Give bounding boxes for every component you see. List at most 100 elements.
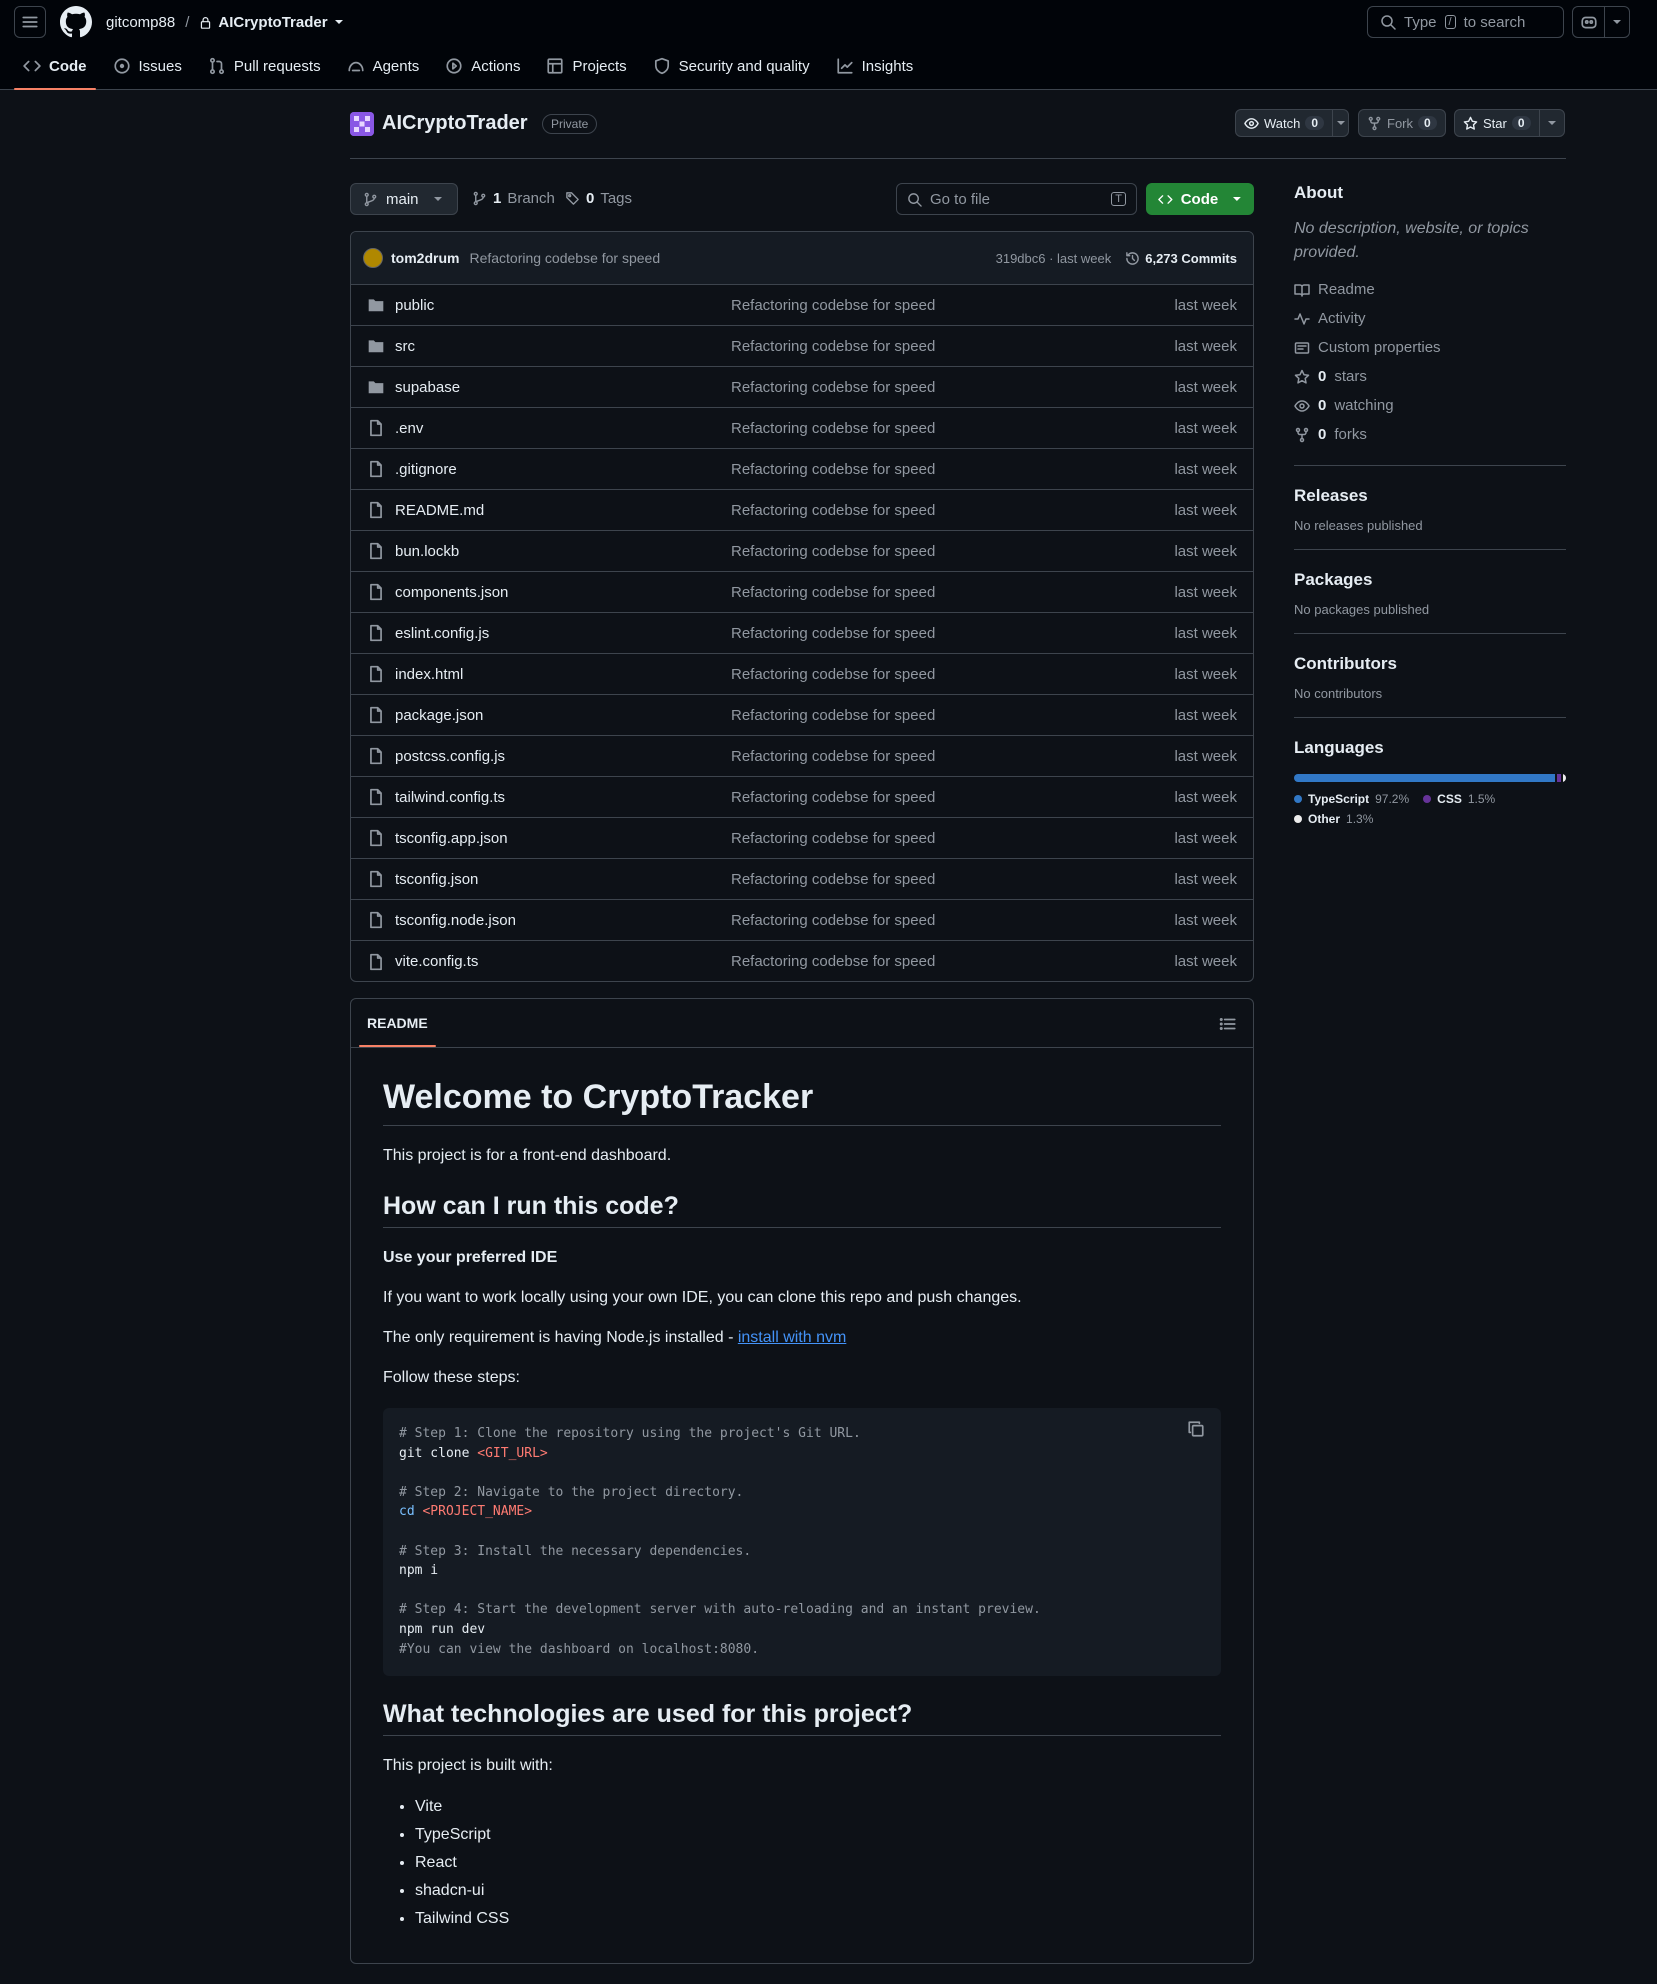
- file-commit-message[interactable]: Refactoring codebse for speed: [731, 953, 935, 970]
- tab-insights[interactable]: Insights: [827, 43, 923, 89]
- file-row[interactable]: README.md Refactoring codebse for speed la…: [351, 490, 1253, 531]
- file-name[interactable]: vite.config.ts: [395, 953, 731, 970]
- repo-link[interactable]: AICryptoTrader: [199, 14, 343, 31]
- tab-actions[interactable]: Actions: [436, 43, 529, 89]
- tags-link[interactable]: 0 Tags: [565, 190, 632, 207]
- global-search-input[interactable]: Type / to search: [1367, 6, 1564, 38]
- fork-button[interactable]: Fork 0: [1358, 109, 1446, 137]
- watch-count: 0: [1305, 116, 1325, 130]
- file-commit-message[interactable]: Refactoring codebse for speed: [731, 666, 935, 683]
- menu-button[interactable]: [14, 6, 46, 38]
- list-icon[interactable]: [1219, 1015, 1237, 1033]
- avatar[interactable]: [363, 248, 383, 268]
- owner-link[interactable]: gitcomp88: [106, 14, 175, 31]
- file-commit-time: last week: [1174, 911, 1237, 929]
- language-typescript[interactable]: TypeScript 97.2%: [1294, 792, 1409, 806]
- file-name[interactable]: .gitignore: [395, 461, 731, 478]
- file-row[interactable]: components.json Refactoring codebse for s…: [351, 572, 1253, 613]
- commit-author[interactable]: tom2drum: [391, 250, 459, 266]
- file-name[interactable]: .env: [395, 420, 731, 437]
- install-nvm-link[interactable]: install with nvm: [738, 1329, 846, 1346]
- file-row[interactable]: eslint.config.js Refactoring codebse for …: [351, 613, 1253, 654]
- file-commit-message[interactable]: Refactoring codebse for speed: [731, 297, 935, 314]
- file-row[interactable]: .gitignore Refactoring codebse for speed l…: [351, 449, 1253, 490]
- custom-properties-link[interactable]: Custom properties: [1294, 333, 1566, 362]
- file-row[interactable]: .env Refactoring codebse for speed last we…: [351, 408, 1253, 449]
- file-commit-message[interactable]: Refactoring codebse for speed: [731, 625, 935, 642]
- file-name[interactable]: eslint.config.js: [395, 625, 731, 642]
- activity-link[interactable]: Activity: [1294, 304, 1566, 333]
- contributors-title[interactable]: Contributors: [1294, 654, 1566, 674]
- file-name[interactable]: postcss.config.js: [395, 748, 731, 765]
- readme-tab[interactable]: README: [359, 1015, 436, 1047]
- branches-link[interactable]: 1 Branch: [472, 190, 555, 207]
- file-commit-message[interactable]: Refactoring codebse for speed: [731, 379, 935, 396]
- copy-icon[interactable]: [1187, 1420, 1205, 1438]
- file-commit-message[interactable]: Refactoring codebse for speed: [731, 584, 935, 601]
- file-commit-message[interactable]: Refactoring codebse for speed: [731, 461, 935, 478]
- tab-security[interactable]: Security and quality: [644, 43, 819, 89]
- file-row[interactable]: src Refactoring codebse for speed last wee…: [351, 326, 1253, 367]
- link-label: Readme: [1318, 281, 1375, 298]
- watching-link[interactable]: 0 watching: [1294, 391, 1566, 420]
- readme-link[interactable]: Readme: [1294, 275, 1566, 304]
- tab-issues[interactable]: Issues: [104, 43, 191, 89]
- file-commit-message[interactable]: Refactoring codebse for speed: [731, 338, 935, 355]
- file-commit-message[interactable]: Refactoring codebse for speed: [731, 871, 935, 888]
- github-logo-icon[interactable]: [60, 6, 92, 38]
- file-name[interactable]: tsconfig.json: [395, 871, 731, 888]
- file-row[interactable]: bun.lockb Refactoring codebse for speed la…: [351, 531, 1253, 572]
- file-row[interactable]: public Refactoring codebse for speed last …: [351, 285, 1253, 326]
- packages-title[interactable]: Packages: [1294, 570, 1566, 590]
- watch-button[interactable]: Watch 0: [1235, 109, 1349, 137]
- language-css[interactable]: CSS 1.5%: [1423, 792, 1495, 806]
- file-name[interactable]: bun.lockb: [395, 543, 731, 560]
- file-name[interactable]: src: [395, 338, 731, 355]
- file-name[interactable]: components.json: [395, 584, 731, 601]
- file-commit-message[interactable]: Refactoring codebse for speed: [731, 748, 935, 765]
- branch-selector[interactable]: main: [350, 183, 458, 215]
- file-commit-message[interactable]: Refactoring codebse for speed: [731, 789, 935, 806]
- file-row[interactable]: tsconfig.app.json Refactoring codebse for…: [351, 818, 1253, 859]
- file-commit-message[interactable]: Refactoring codebse for speed: [731, 707, 935, 724]
- file-commit-message[interactable]: Refactoring codebse for speed: [731, 912, 935, 929]
- tab-pull-requests[interactable]: Pull requests: [199, 43, 330, 89]
- file-name[interactable]: README.md: [395, 502, 731, 519]
- code-dropdown-button[interactable]: Code: [1146, 183, 1254, 215]
- file-row[interactable]: tailwind.config.ts Refactoring codebse fo…: [351, 777, 1253, 818]
- commits-link[interactable]: 6,273 Commits: [1125, 251, 1237, 266]
- commit-sha-time[interactable]: 319dbc6 · last week: [996, 251, 1112, 266]
- file-row[interactable]: tsconfig.node.json Refactoring codebse fo…: [351, 900, 1253, 941]
- copilot-button[interactable]: [1572, 6, 1630, 38]
- file-name[interactable]: tsconfig.node.json: [395, 912, 731, 929]
- releases-title[interactable]: Releases: [1294, 486, 1566, 506]
- file-name[interactable]: index.html: [395, 666, 731, 683]
- file-name[interactable]: supabase: [395, 379, 731, 396]
- language-percent: 1.3%: [1346, 812, 1374, 826]
- commit-message[interactable]: Refactoring codebse for speed: [469, 250, 660, 266]
- file-row[interactable]: vite.config.ts Refactoring codebse for sp…: [351, 941, 1253, 981]
- file-row[interactable]: index.html Refactoring codebse for speed l…: [351, 654, 1253, 695]
- language-other[interactable]: Other 1.3%: [1294, 812, 1373, 826]
- file-commit-message[interactable]: Refactoring codebse for speed: [731, 830, 935, 847]
- file-name[interactable]: tsconfig.app.json: [395, 830, 731, 847]
- identicon-icon: [350, 112, 374, 136]
- tab-projects[interactable]: Projects: [537, 43, 635, 89]
- file-commit-message[interactable]: Refactoring codebse for speed: [731, 543, 935, 560]
- file-row[interactable]: supabase Refactoring codebse for speed las…: [351, 367, 1253, 408]
- tab-agents[interactable]: Agents: [338, 43, 429, 89]
- file-commit-message[interactable]: Refactoring codebse for speed: [731, 502, 935, 519]
- file-commit-message[interactable]: Refactoring codebse for speed: [731, 420, 935, 437]
- repo-title[interactable]: AICryptoTrader: [382, 112, 528, 135]
- file-name[interactable]: public: [395, 297, 731, 314]
- stars-link[interactable]: 0 stars: [1294, 362, 1566, 391]
- file-name[interactable]: package.json: [395, 707, 731, 724]
- tab-code[interactable]: Code: [14, 43, 96, 90]
- star-button[interactable]: Star 0: [1454, 109, 1565, 137]
- go-to-file-input[interactable]: Go to file T: [896, 183, 1137, 215]
- file-row[interactable]: package.json Refactoring codebse for spee…: [351, 695, 1253, 736]
- file-row[interactable]: tsconfig.json Refactoring codebse for spe…: [351, 859, 1253, 900]
- file-name[interactable]: tailwind.config.ts: [395, 789, 731, 806]
- file-row[interactable]: postcss.config.js Refactoring codebse for…: [351, 736, 1253, 777]
- forks-link[interactable]: 0 forks: [1294, 420, 1566, 449]
